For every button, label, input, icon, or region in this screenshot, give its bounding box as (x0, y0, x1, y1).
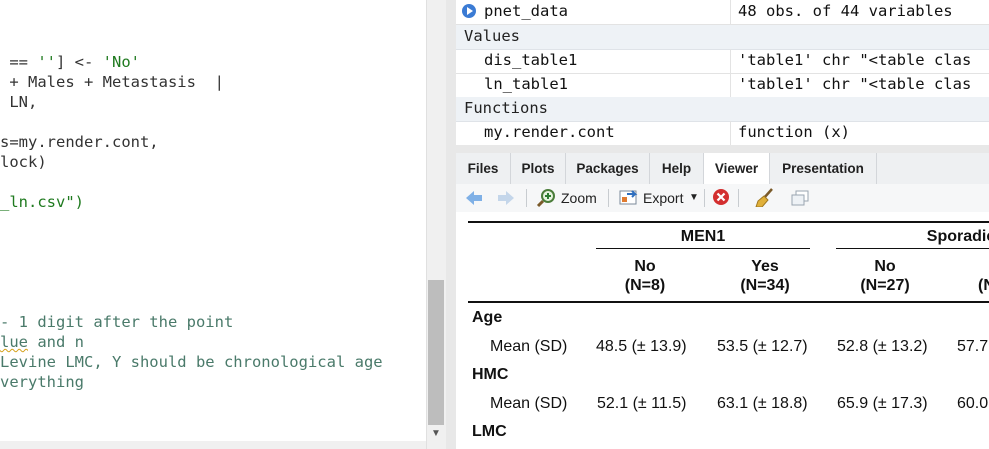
code-line[interactable]: verything (0, 372, 84, 392)
editor-scroll-thumb[interactable] (428, 280, 444, 425)
expand-data-icon[interactable] (462, 4, 476, 18)
tab-plots[interactable]: Plots (511, 153, 566, 184)
chevron-down-icon[interactable]: ▼ (689, 188, 699, 208)
code-token: s=my.render.cont, (0, 133, 159, 151)
env-section-values: Values (456, 25, 989, 50)
export-icon[interactable] (618, 188, 640, 208)
code-token: == (0, 53, 38, 71)
code-token: 'No' (102, 53, 140, 71)
group-rule (596, 248, 810, 249)
code-token: lock) (0, 153, 47, 171)
section-label: Functions (464, 99, 548, 117)
pane-splitter-horizontal[interactable] (456, 145, 989, 153)
col-header-n: (N=34) (740, 277, 790, 294)
code-line[interactable]: == ''] <- 'No' (0, 52, 140, 72)
env-value: function (x) (738, 123, 850, 141)
env-row-value[interactable]: dis_table1 'table1' chr "<table clas (456, 49, 989, 74)
section-label: HMC (472, 366, 509, 383)
code-line[interactable]: + Males + Metastasis | (0, 72, 224, 92)
tab-help[interactable]: Help (650, 153, 704, 184)
table-cell: 53.5 (± 12.7) (717, 338, 808, 355)
section-label: Values (464, 27, 520, 45)
env-row-function[interactable]: my.render.cont function (x) (456, 121, 989, 146)
viewer-toolbar: Zoom Export ▼ (456, 184, 989, 213)
table-cell: 48.5 (± 13.9) (596, 338, 687, 355)
code-token: lue (0, 333, 28, 351)
code-token: '' (37, 53, 56, 71)
tab-packages[interactable]: Packages (566, 153, 650, 184)
env-name: my.render.cont (484, 123, 615, 141)
row-label: Mean (SD) (490, 338, 568, 355)
table-cell: 57.7 (957, 338, 989, 355)
env-value: 'table1' chr "<table clas (738, 51, 972, 69)
col-header-label: No (634, 258, 656, 275)
code-line[interactable]: lock) (0, 152, 47, 172)
env-value: 'table1' chr "<table clas (738, 75, 972, 93)
code-line[interactable]: _ln.csv") (0, 192, 84, 212)
group-header-sporadic: Sporadic (926, 228, 989, 245)
zoom-icon[interactable] (536, 188, 556, 208)
section-label: Age (472, 309, 503, 326)
table-cell: 65.9 (± 17.3) (837, 395, 928, 412)
table-cell: 52.8 (± 13.2) (837, 338, 928, 355)
viewer-content: MEN1 Sporadic No (N=8) Yes (N=34) No (N=… (456, 212, 989, 449)
export-button[interactable]: Export (643, 188, 683, 208)
env-row-data[interactable]: pnet_data 48 obs. of 44 variables (456, 0, 989, 25)
tab-viewer[interactable]: Viewer (704, 153, 770, 185)
code-token: _ln.csv") (0, 193, 84, 211)
code-line[interactable]: Levine LMC, Y should be chronological ag… (0, 352, 383, 372)
col-header-n: (N=8) (624, 277, 666, 294)
pane-splitter[interactable] (446, 0, 456, 449)
section-label: LMC (472, 423, 507, 440)
table-cell: 52.1 (± 11.5) (597, 395, 687, 412)
back-arrow-icon[interactable] (464, 189, 484, 209)
env-value: 48 obs. of 44 variables (738, 2, 953, 20)
col-header-label: No (874, 258, 896, 275)
code-line[interactable]: lue and n (0, 332, 84, 352)
col-header-n: (N (978, 277, 989, 294)
env-name: pnet_data (484, 2, 568, 20)
source-editor[interactable]: == ''] <- 'No' + Males + Metastasis | LN… (0, 0, 426, 449)
broom-icon[interactable] (754, 187, 776, 207)
header-rule (468, 301, 989, 303)
group-rule (836, 248, 989, 249)
environment-pane: pnet_data 48 obs. of 44 variables Values… (456, 0, 989, 146)
zoom-button[interactable]: Zoom (561, 188, 597, 208)
env-name: ln_table1 (484, 75, 568, 93)
forward-arrow-icon[interactable] (496, 189, 516, 209)
scroll-down-arrow-icon[interactable]: ▼ (428, 427, 444, 441)
table-cell: 63.1 (± 18.8) (717, 395, 808, 412)
files-pane-tabs: Files Plots Packages Help Viewer Present… (456, 153, 989, 185)
col-header-n: (N=27) (860, 277, 910, 294)
code-token: - 1 digit after the point (0, 313, 234, 331)
code-token: LN, (0, 93, 38, 111)
group-header-men1: MEN1 (680, 228, 726, 245)
code-token: Levine LMC, Y should be chronological ag… (0, 353, 383, 371)
env-name: dis_table1 (484, 51, 578, 69)
env-row-value[interactable]: ln_table1 'table1' chr "<table clas (456, 73, 989, 98)
code-line[interactable]: s=my.render.cont, (0, 132, 159, 152)
tab-files[interactable]: Files (456, 153, 511, 184)
editor-horizontal-scrollbar[interactable] (0, 441, 426, 449)
code-token: and n (28, 333, 84, 351)
row-label: Mean (SD) (490, 395, 568, 412)
popout-window-icon[interactable] (790, 189, 810, 209)
code-line[interactable]: - 1 digit after the point (0, 312, 233, 332)
env-section-functions: Functions (456, 97, 989, 122)
code-token: ] <- (56, 53, 103, 71)
remove-icon[interactable] (712, 188, 730, 208)
col-header-label: Yes (751, 258, 779, 275)
code-token: verything (0, 373, 84, 391)
table-cell: 60.0 (957, 395, 989, 412)
code-line[interactable]: LN, (0, 92, 37, 112)
code-token: + Males + Metastasis | (0, 73, 224, 91)
table-top-rule (468, 221, 989, 223)
tab-presentation[interactable]: Presentation (770, 153, 877, 184)
